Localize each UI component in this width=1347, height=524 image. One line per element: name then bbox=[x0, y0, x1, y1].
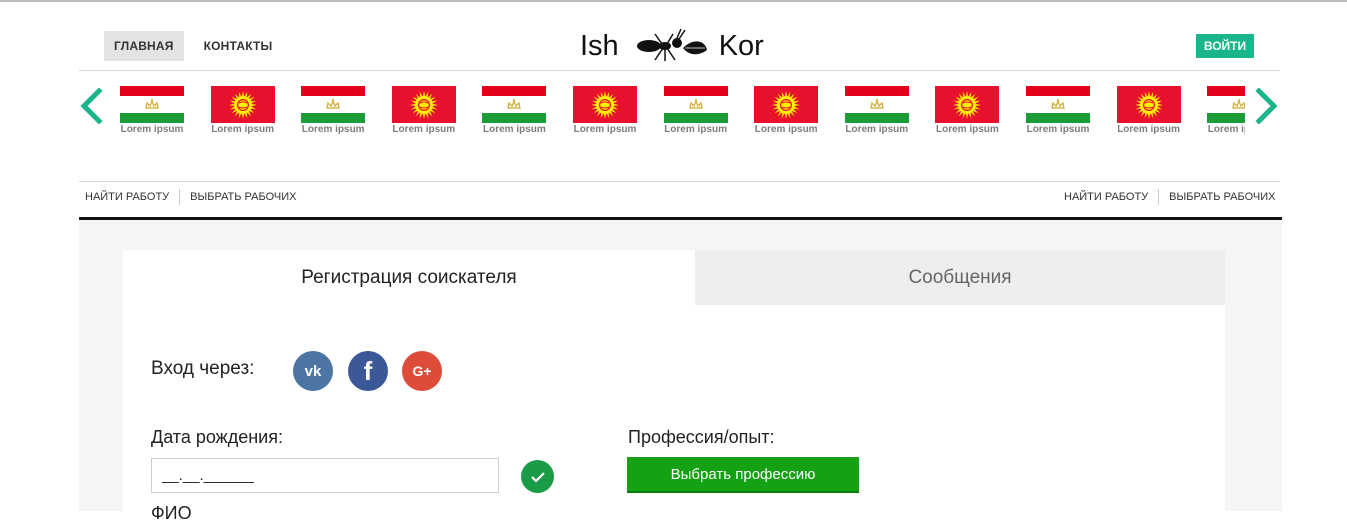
carousel-item-label: Lorem ipsum bbox=[935, 124, 999, 135]
tajikistan-flag-icon bbox=[1207, 86, 1245, 123]
separator bbox=[179, 189, 181, 205]
dob-input[interactable] bbox=[151, 458, 499, 493]
choose-workers-link[interactable]: ВЫБРАТЬ РАБОЧИХ bbox=[1169, 191, 1275, 203]
carousel-item-label: Lorem ipsum bbox=[1207, 124, 1245, 135]
subnav-right: НАЙТИ РАБОТУ ВЫБРАТЬ РАБОЧИХ bbox=[1064, 189, 1275, 205]
carousel-item[interactable]: Lorem ipsum bbox=[1114, 86, 1184, 135]
flag-carousel: Lorem ipsum Lorem ipsum Lorem ipsum Lorem i… bbox=[120, 86, 1245, 136]
login-button[interactable]: ВОЙТИ bbox=[1196, 34, 1254, 58]
kyrgyzstan-flag-icon bbox=[1116, 86, 1181, 123]
logo-text-right: Kor bbox=[718, 29, 764, 62]
kyrgyzstan-flag-icon bbox=[391, 86, 456, 123]
kyrgyzstan-flag-icon bbox=[210, 86, 275, 123]
carousel-item[interactable]: Lorem ipsum bbox=[570, 86, 640, 135]
choose-workers-link[interactable]: ВЫБРАТЬ РАБОЧИХ bbox=[190, 191, 296, 203]
carousel-item-label: Lorem ipsum bbox=[664, 124, 727, 135]
carousel-prev-button[interactable] bbox=[76, 86, 106, 126]
social-login-label: Вход через: bbox=[151, 358, 255, 379]
carousel-item[interactable]: Lorem ipsum bbox=[932, 86, 1002, 135]
carousel-item[interactable]: Lorem ipsum bbox=[1204, 86, 1245, 135]
carousel-item-label: Lorem ipsum bbox=[1117, 124, 1180, 135]
carousel-item-label: Lorem ipsum bbox=[1026, 124, 1090, 135]
carousel-item[interactable]: Lorem ipsum bbox=[120, 86, 187, 135]
dob-valid-indicator bbox=[521, 460, 554, 493]
tab-registration[interactable]: Регистрация соискателя bbox=[123, 250, 695, 305]
carousel-item[interactable]: Lorem ipsum bbox=[661, 86, 731, 135]
find-job-link[interactable]: НАЙТИ РАБОТУ bbox=[85, 191, 169, 203]
find-job-link[interactable]: НАЙТИ РАБОТУ bbox=[1064, 191, 1148, 203]
vk-login-button[interactable]: vk bbox=[293, 351, 333, 391]
tajikistan-flag-icon bbox=[844, 86, 909, 123]
tajikistan-flag-icon bbox=[120, 86, 184, 123]
kyrgyzstan-flag-icon bbox=[935, 86, 1000, 123]
carousel-item[interactable]: Lorem ipsum bbox=[208, 86, 278, 135]
carousel-item-label: Lorem ipsum bbox=[120, 124, 184, 135]
profession-label: Профессия/опыт: bbox=[628, 427, 775, 447]
vk-icon: vk bbox=[304, 362, 322, 380]
divider bbox=[79, 70, 1280, 71]
carousel-item[interactable]: Lorem ipsum bbox=[1023, 86, 1093, 135]
fio-label: ФИО bbox=[151, 503, 192, 523]
carousel-item[interactable]: Lorem ipsum bbox=[298, 86, 368, 135]
google-plus-login-button[interactable]: G+ bbox=[402, 351, 442, 391]
tajikistan-flag-icon bbox=[1026, 86, 1090, 123]
carousel-item-label: Lorem ipsum bbox=[754, 124, 818, 135]
chevron-left-icon bbox=[80, 88, 103, 124]
subnav-left: НАЙТИ РАБОТУ ВЫБРАТЬ РАБОЧИХ bbox=[85, 189, 296, 205]
carousel-item-label: Lorem ipsum bbox=[301, 124, 365, 135]
tab-messages[interactable]: Сообщения bbox=[695, 250, 1225, 305]
carousel-item-label: Lorem ipsum bbox=[482, 124, 546, 135]
carousel-next-button[interactable] bbox=[1252, 86, 1282, 126]
carousel-item-label: Lorem ipsum bbox=[573, 124, 637, 135]
logo-text-left: Ish bbox=[580, 29, 619, 62]
carousel-item[interactable]: Lorem ipsum bbox=[389, 86, 459, 135]
separator bbox=[1158, 189, 1160, 205]
carousel-item-label: Lorem ipsum bbox=[211, 124, 274, 135]
ant-icon bbox=[636, 28, 707, 61]
top-border bbox=[0, 0, 1347, 2]
facebook-login-button[interactable]: f bbox=[348, 351, 388, 391]
checkmark-icon bbox=[530, 471, 545, 483]
carousel-item[interactable]: Lorem ipsum bbox=[479, 86, 549, 135]
site-logo[interactable]: Ish Kor bbox=[580, 26, 764, 66]
kyrgyzstan-flag-icon bbox=[573, 86, 637, 123]
dob-label: Дата рождения: bbox=[151, 427, 283, 447]
nav-contacts-button[interactable]: КОНТАКТЫ bbox=[194, 31, 283, 61]
carousel-item-label: Lorem ipsum bbox=[392, 124, 456, 135]
tajikistan-flag-icon bbox=[301, 86, 366, 123]
google-plus-icon: G+ bbox=[412, 363, 432, 379]
choose-profession-button[interactable]: Выбрать профессию bbox=[627, 457, 859, 493]
nav-home-button[interactable]: ГЛАВНАЯ bbox=[104, 31, 184, 61]
tajikistan-flag-icon bbox=[663, 86, 728, 123]
facebook-icon: f bbox=[363, 355, 373, 386]
tajikistan-flag-icon bbox=[482, 86, 547, 123]
divider bbox=[79, 181, 1280, 182]
kyrgyzstan-flag-icon bbox=[754, 86, 819, 123]
carousel-item[interactable]: Lorem ipsum bbox=[842, 86, 912, 135]
main-nav: ГЛАВНАЯ КОНТАКТЫ bbox=[104, 31, 283, 61]
carousel-item-label: Lorem ipsum bbox=[845, 124, 909, 135]
chevron-right-icon bbox=[1255, 88, 1278, 124]
carousel-item[interactable]: Lorem ipsum bbox=[751, 86, 821, 135]
